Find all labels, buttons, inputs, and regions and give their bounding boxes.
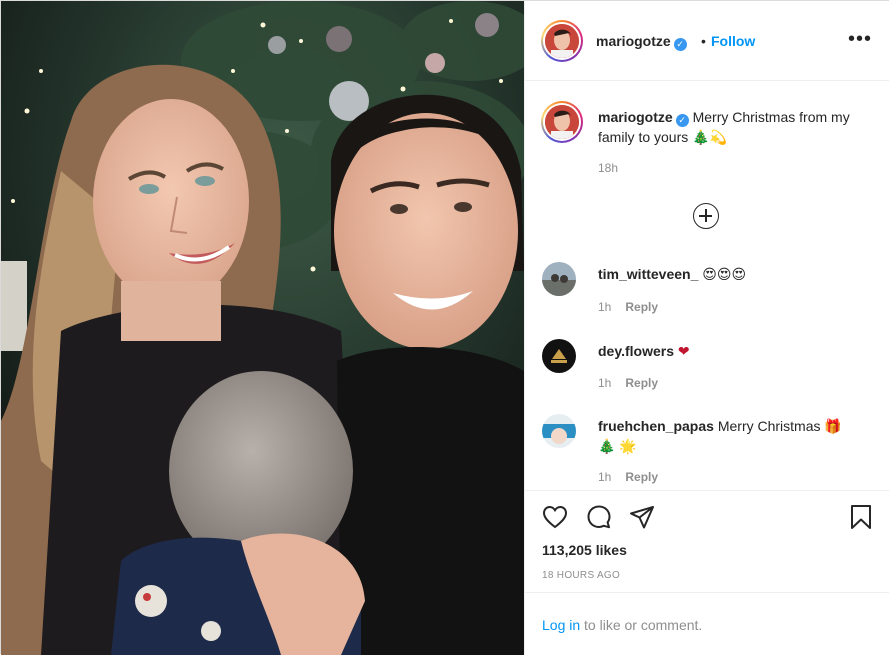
caption-username[interactable]: mariogotze [598,109,673,125]
verified-badge-icon: ✓ [673,38,687,51]
post-actions: 113,205 likes 18 HOURS AGO [525,490,889,592]
separator-dot: • [701,33,706,49]
comments-section[interactable]: mariogotze ✓ Merry Christmas from my fami… [525,82,889,490]
comment-meta: 1h Reply [598,300,658,314]
comment-body: 😍😍😍 [702,266,747,282]
comment-text: tim_witteveen_ 😍😍😍 [598,264,858,284]
commenter-avatar-image [542,414,576,448]
comment-username[interactable]: dey.flowers [598,343,674,359]
follow-button[interactable]: Follow [711,33,755,49]
instagram-post-embed: mariogotze ✓ • Follow ••• mariogotze ✓ M… [0,0,889,655]
login-prompt: Log in to like or comment. [525,592,889,655]
commenter-avatar[interactable] [542,339,576,373]
caption-author-avatar[interactable] [541,101,583,143]
author-avatar[interactable] [541,20,583,62]
bookmark-icon[interactable] [847,503,875,531]
comment-text: dey.flowers ❤ [598,341,858,361]
commenter-avatar-image [542,339,576,373]
share-icon[interactable] [628,503,656,531]
comment-meta: 1h Reply [598,470,658,484]
login-prompt-text: Log in to like or comment. [542,617,702,633]
comment-icon[interactable] [585,503,613,531]
reply-button[interactable]: Reply [625,470,658,484]
heart-icon[interactable] [541,503,569,531]
caption-text-block: mariogotze ✓ Merry Christmas from my fami… [598,107,868,147]
comment-text: fruehchen_papas Merry Christmas 🎁 🎄 🌟 [598,416,858,456]
comment-time[interactable]: 1h [598,376,611,390]
login-prompt-rest: to like or comment. [580,617,703,633]
comment-meta: 1h Reply [598,376,658,390]
commenter-avatar[interactable] [542,262,576,296]
post-header: mariogotze ✓ • Follow ••• [525,1,889,81]
author-username[interactable]: mariogotze [596,33,671,49]
post-timestamp[interactable]: 18 HOURS AGO [542,570,620,581]
comment-time[interactable]: 1h [598,300,611,314]
caption-avatar-image [545,105,579,139]
author-avatar-image [545,24,579,58]
comment-username[interactable]: fruehchen_papas [598,418,714,434]
reply-button[interactable]: Reply [625,300,658,314]
commenter-avatar-image [542,262,576,296]
family-christmas-selfie-image [1,1,524,655]
reply-button[interactable]: Reply [625,376,658,390]
comment-time[interactable]: 1h [598,470,611,484]
login-link[interactable]: Log in [542,617,580,633]
caption-verified-badge-icon: ✓ [675,114,689,127]
load-more-comments-icon[interactable] [693,203,719,229]
comment-body: ❤ [677,343,690,359]
comment-username[interactable]: tim_witteveen_ [598,266,698,282]
caption-timestamp[interactable]: 18h [598,161,618,175]
post-side-panel: mariogotze ✓ • Follow ••• mariogotze ✓ M… [524,1,889,655]
more-options-icon[interactable]: ••• [848,29,872,49]
commenter-avatar[interactable] [542,414,576,448]
post-photo[interactable] [1,1,524,655]
likes-count[interactable]: 113,205 likes [542,542,627,558]
header-username-group: mariogotze ✓ [596,33,687,51]
